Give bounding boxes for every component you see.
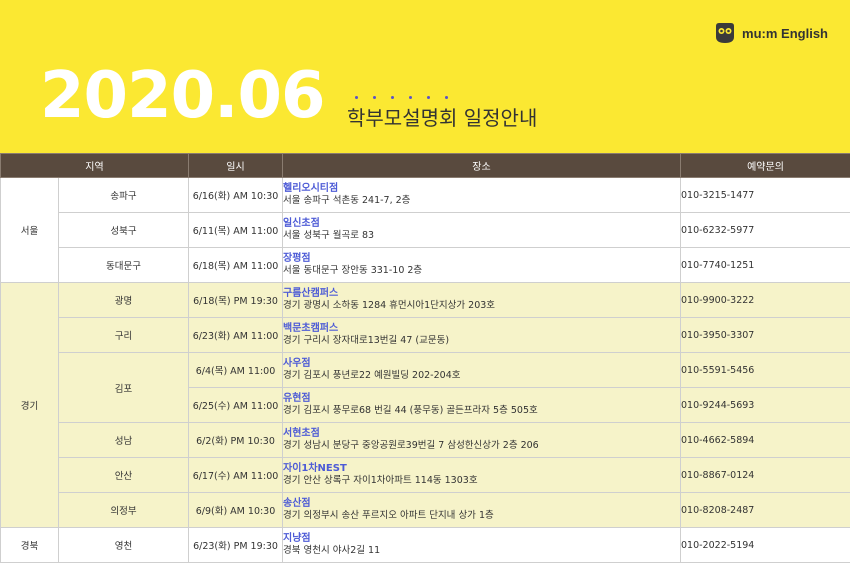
table-row: 의정부 6/9(화) AM 10:30 송산점경기 의정부시 송산 푸르지오 아… [1,493,850,528]
district-cell: 영천 [59,528,189,563]
place-cell: 헬리오시티점서울 송파구 석촌동 241-7, 2층 [283,178,681,213]
table-row: 김포 6/4(목) AM 11:00 사우점경기 김포시 풍년로22 예원빌딩 … [1,353,850,388]
phone-cell[interactable]: 010-5591-5456 [681,353,850,388]
table-row: 구리 6/23(화) AM 11:00 백문초캠퍼스경기 구리시 장자대로13번… [1,318,850,353]
table-row: 경북 영천 6/23(화) PM 19:30 지냥점경북 영천시 야사2길 11… [1,528,850,563]
place-cell: 백문초캠퍼스경기 구리시 장자대로13번길 47 (교문동) [283,318,681,353]
phone-cell[interactable]: 010-4662-5894 [681,423,850,458]
header-datetime: 일시 [189,154,283,178]
place-address: 서울 동대문구 장안동 331-10 2층 [283,265,680,278]
place-cell: 장평점서울 동대문구 장안동 331-10 2층 [283,248,681,283]
place-name: 일신초점 [283,217,680,231]
place-address: 경기 김포시 풍무로68 번길 44 (풍무동) 골든프라자 5층 505호 [283,405,680,418]
district-cell: 구리 [59,318,189,353]
place-address: 서울 성북구 월곡로 83 [283,230,680,243]
place-name: 송산점 [283,497,680,511]
date-cell: 6/4(목) AM 11:00 [189,353,283,388]
date-cell: 6/17(수) AM 11:00 [189,458,283,493]
date-cell: 6/23(화) PM 19:30 [189,528,283,563]
date-cell: 6/9(화) AM 10:30 [189,493,283,528]
phone-cell[interactable]: 010-2022-5194 [681,528,850,563]
owl-icon [713,22,737,44]
phone-cell[interactable]: 010-3215-1477 [681,178,850,213]
header-region: 지역 [1,154,189,178]
phone-cell[interactable]: 010-8867-0124 [681,458,850,493]
place-name: 사우점 [283,357,680,371]
place-name: 백문초캠퍼스 [283,322,680,336]
district-cell: 김포 [59,353,189,423]
region-cell: 서울 [1,178,59,283]
place-address: 경기 광명시 소하동 1284 휴먼시아1단지상가 203호 [283,300,680,313]
place-name: 유현점 [283,392,680,406]
date-cell: 6/11(목) AM 11:00 [189,213,283,248]
place-cell: 구름산캠퍼스경기 광명시 소하동 1284 휴먼시아1단지상가 203호 [283,283,681,318]
place-cell: 서현초점경기 성남시 분당구 중앙공원로39번길 7 삼성한신상가 2층 206 [283,423,681,458]
date-cell: 6/2(화) PM 10:30 [189,423,283,458]
place-address: 경기 김포시 풍년로22 예원빌딩 202-204호 [283,370,680,383]
place-address: 경기 성남시 분당구 중앙공원로39번길 7 삼성한신상가 2층 206 [283,440,680,453]
place-address: 서울 송파구 석촌동 241-7, 2층 [283,195,680,208]
date-cell: 6/25(수) AM 11:00 [189,388,283,423]
place-cell: 자이1차NEST경기 안산 상록구 자이1차아파트 114동 1303호 [283,458,681,493]
place-address: 경기 의정부시 송산 푸르지오 아파트 단지내 상가 1층 [283,510,680,523]
brand-logo[interactable]: mu:m English [713,22,828,44]
district-cell: 동대문구 [59,248,189,283]
district-cell: 성북구 [59,213,189,248]
phone-cell[interactable]: 010-7740-1251 [681,248,850,283]
place-cell: 유현점경기 김포시 풍무로68 번길 44 (풍무동) 골든프라자 5층 505… [283,388,681,423]
decorative-dots [355,96,448,99]
table-row: 동대문구 6/18(목) AM 11:00 장평점서울 동대문구 장안동 331… [1,248,850,283]
region-cell: 경기 [1,283,59,528]
place-address: 경북 영천시 야사2길 11 [283,545,680,558]
place-address: 경기 안산 상록구 자이1차아파트 114동 1303호 [283,475,680,488]
page-title: 2020.06 [40,64,325,128]
table-row: 서울 송파구 6/16(화) AM 10:30 헬리오시티점서울 송파구 석촌동… [1,178,850,213]
phone-cell[interactable]: 010-9244-5693 [681,388,850,423]
phone-cell[interactable]: 010-3950-3307 [681,318,850,353]
header-contact: 예약문의 [681,154,850,178]
place-cell: 지냥점경북 영천시 야사2길 11 [283,528,681,563]
place-name: 자이1차NEST [283,462,680,476]
table-header-row: 지역 일시 장소 예약문의 [1,154,850,178]
place-cell: 송산점경기 의정부시 송산 푸르지오 아파트 단지내 상가 1층 [283,493,681,528]
phone-cell[interactable]: 010-8208-2487 [681,493,850,528]
table-row: 안산 6/17(수) AM 11:00 자이1차NEST경기 안산 상록구 자이… [1,458,850,493]
place-cell: 사우점경기 김포시 풍년로22 예원빌딩 202-204호 [283,353,681,388]
district-cell: 안산 [59,458,189,493]
date-cell: 6/18(목) AM 11:00 [189,248,283,283]
table-row: 경기 광명 6/18(목) PM 19:30 구름산캠퍼스경기 광명시 소하동 … [1,283,850,318]
place-name: 지냥점 [283,532,680,546]
place-name: 장평점 [283,252,680,266]
table-row: 성남 6/2(화) PM 10:30 서현초점경기 성남시 분당구 중앙공원로3… [1,423,850,458]
place-name: 헬리오시티점 [283,182,680,196]
district-cell: 송파구 [59,178,189,213]
header-banner: mu:m English 2020.06 학부모설명회 일정안내 [0,0,850,153]
place-address: 경기 구리시 장자대로13번길 47 (교문동) [283,335,680,348]
header-place: 장소 [283,154,681,178]
place-name: 구름산캠퍼스 [283,287,680,301]
district-cell: 광명 [59,283,189,318]
date-cell: 6/23(화) AM 11:00 [189,318,283,353]
district-cell: 의정부 [59,493,189,528]
phone-cell[interactable]: 010-6232-5977 [681,213,850,248]
date-cell: 6/18(목) PM 19:30 [189,283,283,318]
district-cell: 성남 [59,423,189,458]
schedule-table: 지역 일시 장소 예약문의 서울 송파구 6/16(화) AM 10:30 헬리… [0,153,850,563]
region-cell: 경북 [1,528,59,563]
phone-cell[interactable]: 010-9900-3222 [681,283,850,318]
table-row: 성북구 6/11(목) AM 11:00 일신초점서울 성북구 월곡로 83 0… [1,213,850,248]
place-cell: 일신초점서울 성북구 월곡로 83 [283,213,681,248]
logo-text: mu:m English [742,26,828,41]
date-cell: 6/16(화) AM 10:30 [189,178,283,213]
page-subtitle: 학부모설명회 일정안내 [347,108,537,128]
place-name: 서현초점 [283,427,680,441]
